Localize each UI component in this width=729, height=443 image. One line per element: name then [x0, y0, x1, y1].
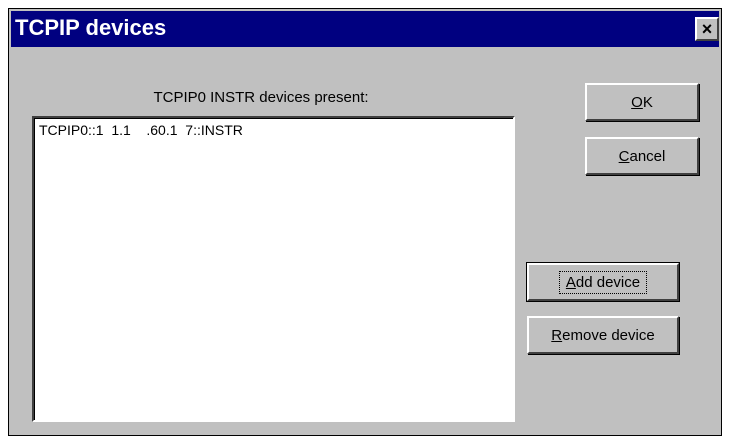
close-icon: × [701, 19, 713, 39]
close-button[interactable]: × [695, 17, 719, 41]
devices-listbox[interactable]: TCPIP0::1 1.1 .60.1 7::INSTR [32, 116, 515, 422]
tcpip-devices-dialog: TCPIP devices × TCPIP0 INSTR devices pre… [8, 8, 722, 436]
list-item[interactable]: TCPIP0::1 1.1 .60.1 7::INSTR [39, 122, 243, 138]
devices-list-label: TCPIP0 INSTR devices present: [153, 89, 369, 106]
window-title: TCPIP devices [15, 15, 167, 40]
add-device-label: dd device [575, 273, 641, 291]
focus-rectangle: Add device [558, 270, 648, 294]
ok-button-label: K [642, 93, 653, 111]
ok-button[interactable]: OK [585, 83, 699, 121]
remove-device-accel: R [551, 326, 563, 344]
add-device-accel: A [565, 273, 576, 291]
cancel-button-accel: C [618, 147, 630, 165]
remove-device-label: emove device [562, 326, 655, 344]
cancel-button[interactable]: Cancel [585, 137, 699, 175]
cancel-button-label: ancel [629, 147, 666, 165]
title-bar: TCPIP devices × [11, 11, 719, 47]
add-device-button[interactable]: Add device [527, 263, 679, 301]
ok-button-accel: O [631, 93, 643, 111]
remove-device-button[interactable]: Remove device [527, 316, 679, 354]
